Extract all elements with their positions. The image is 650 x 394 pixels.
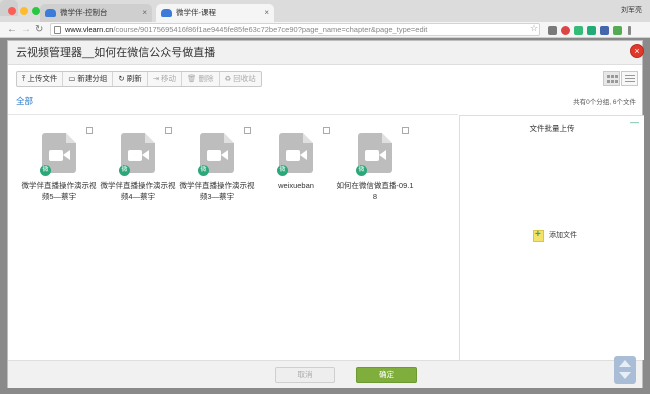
scroll-control[interactable] [614, 356, 636, 384]
url-host: www.vlearn.cn [65, 25, 114, 34]
file-item[interactable]: 微 微学伴直播操作演示视频4—蔡宇 [101, 127, 176, 207]
browser-tab-course[interactable]: 微学伴-课程 × [156, 4, 274, 22]
delete-button[interactable]: 🗑 删除 [182, 72, 220, 86]
minimize-window-button[interactable] [20, 7, 28, 15]
file-name: 如何在微信做直播-09.18 [336, 181, 414, 201]
back-arrow-icon[interactable]: ← [7, 23, 17, 37]
file-checkbox[interactable] [323, 127, 330, 134]
refresh-button[interactable]: ↻ 刷新 [113, 72, 148, 86]
file-item[interactable]: 微 微学伴直播操作演示视频5—蔡宇 [22, 127, 97, 207]
url-path: /course/90175695416f86f1ae9445fe85fe63c7… [113, 25, 428, 34]
browser-profile-name[interactable]: 刘军亮 [621, 5, 642, 15]
browser-toolbar: ← → ↻ www.vlearn.cn/course/90175695416f8… [0, 22, 650, 38]
file-name: 微学伴直播操作演示视频4—蔡宇 [100, 181, 176, 201]
file-checkbox[interactable] [402, 127, 409, 134]
bookmark-star-icon[interactable]: ☆ [530, 23, 538, 34]
file-checkbox[interactable] [86, 127, 93, 134]
dialog-title: 云视频管理器__如何在微信公众号做直播 [8, 41, 642, 65]
batch-upload-panel: 文件批量上传 — 添加文件 [459, 115, 644, 360]
upload-file-button[interactable]: ⤒ 上传文件 [17, 72, 64, 86]
maximize-window-button[interactable] [32, 7, 40, 15]
file-name: 微学伴直播操作演示视频5—蔡宇 [21, 181, 97, 201]
cloud-icon [161, 9, 172, 17]
move-icon: ⇥ [152, 74, 160, 83]
new-group-button[interactable]: ▭ 新建分组 [63, 72, 114, 86]
wechat-badge: 微 [40, 165, 51, 176]
extension-icon[interactable] [561, 26, 570, 35]
wechat-badge: 微 [198, 165, 209, 176]
minimize-icon[interactable]: — [630, 117, 639, 127]
extension-icon[interactable] [613, 26, 622, 35]
tab-close-icon[interactable]: × [264, 4, 269, 22]
browser-tab-console[interactable]: 微学伴-控制台 × [40, 4, 152, 22]
add-file-label: 添加文件 [549, 232, 577, 239]
address-bar[interactable]: www.vlearn.cn/course/90175695416f86f1ae9… [50, 23, 540, 36]
folder-icon: ▭ [68, 74, 76, 83]
file-grid: 微 微学伴直播操作演示视频5—蔡宇 微 微学伴直播操作演示视频4—蔡宇 微 微学… [8, 114, 458, 359]
video-manager-dialog: 云视频管理器__如何在微信公众号做直播 ⤒上传文件 ▭新建分组 ↻刷新 ⇥移动 … [7, 40, 644, 388]
refresh-icon: ↻ [118, 74, 125, 83]
move-button[interactable]: ⇥ 移动 [148, 72, 183, 86]
extension-icon[interactable] [548, 26, 557, 35]
menu-icon[interactable] [628, 26, 631, 35]
wechat-badge: 微 [119, 165, 130, 176]
extension-icon[interactable] [600, 26, 609, 35]
scroll-down-icon[interactable] [619, 372, 631, 379]
trash-icon: 🗑 [187, 74, 197, 83]
tab-close-icon[interactable]: × [142, 4, 147, 22]
extension-icon[interactable] [587, 26, 596, 35]
breadcrumb-all[interactable]: 全部 [16, 95, 33, 107]
wechat-badge: 微 [277, 165, 288, 176]
upload-panel-title: 文件批量上传 [529, 124, 575, 133]
file-checkbox[interactable] [244, 127, 251, 134]
browser-titlebar: 微学伴-控制台 × 微学伴-课程 × 刘军亮 [0, 0, 650, 22]
extension-icon[interactable] [574, 26, 583, 35]
confirm-button[interactable]: 确定 [356, 367, 417, 383]
wechat-badge: 微 [356, 165, 367, 176]
file-item[interactable]: 微 weixueban [262, 127, 330, 207]
page-info-icon[interactable] [54, 26, 61, 34]
scroll-up-icon[interactable] [619, 360, 631, 367]
grid-view-toggle[interactable] [603, 71, 620, 86]
reload-icon[interactable]: ↻ [35, 23, 43, 37]
dialog-footer: 取消 确定 [8, 360, 642, 388]
file-name: weixueban [278, 181, 314, 190]
cancel-button[interactable]: 取消 [275, 367, 335, 383]
forward-arrow-icon[interactable]: → [21, 23, 31, 37]
file-checkbox[interactable] [165, 127, 172, 134]
cloud-icon [45, 9, 56, 17]
upload-icon: ⤒ [22, 74, 26, 83]
add-file-icon [533, 229, 544, 242]
close-window-button[interactable] [8, 7, 16, 15]
recycle-bin-button[interactable]: ♻ 回收站 [220, 72, 261, 86]
file-item[interactable]: 微 如何在微信做直播-09.18 [336, 127, 414, 207]
file-count: 共有0个分组, 6个文件 [573, 99, 636, 106]
file-item[interactable]: 微 微学伴直播操作演示视频3—蔡宇 [180, 127, 255, 207]
recycle-bin-icon: ♻ [224, 74, 232, 83]
dialog-close-icon[interactable] [630, 44, 644, 58]
file-toolbar: ⤒ 上传文件 ▭ 新建分组 ↻ 刷新 ⇥ 移动 🗑 删除 ♻ 回收站 [16, 71, 262, 87]
tab-label: 微学伴-课程 [176, 8, 216, 17]
list-view-toggle[interactable] [621, 71, 638, 86]
tab-label: 微学伴-控制台 [60, 8, 108, 17]
file-name: 微学伴直播操作演示视频3—蔡宇 [179, 181, 255, 201]
